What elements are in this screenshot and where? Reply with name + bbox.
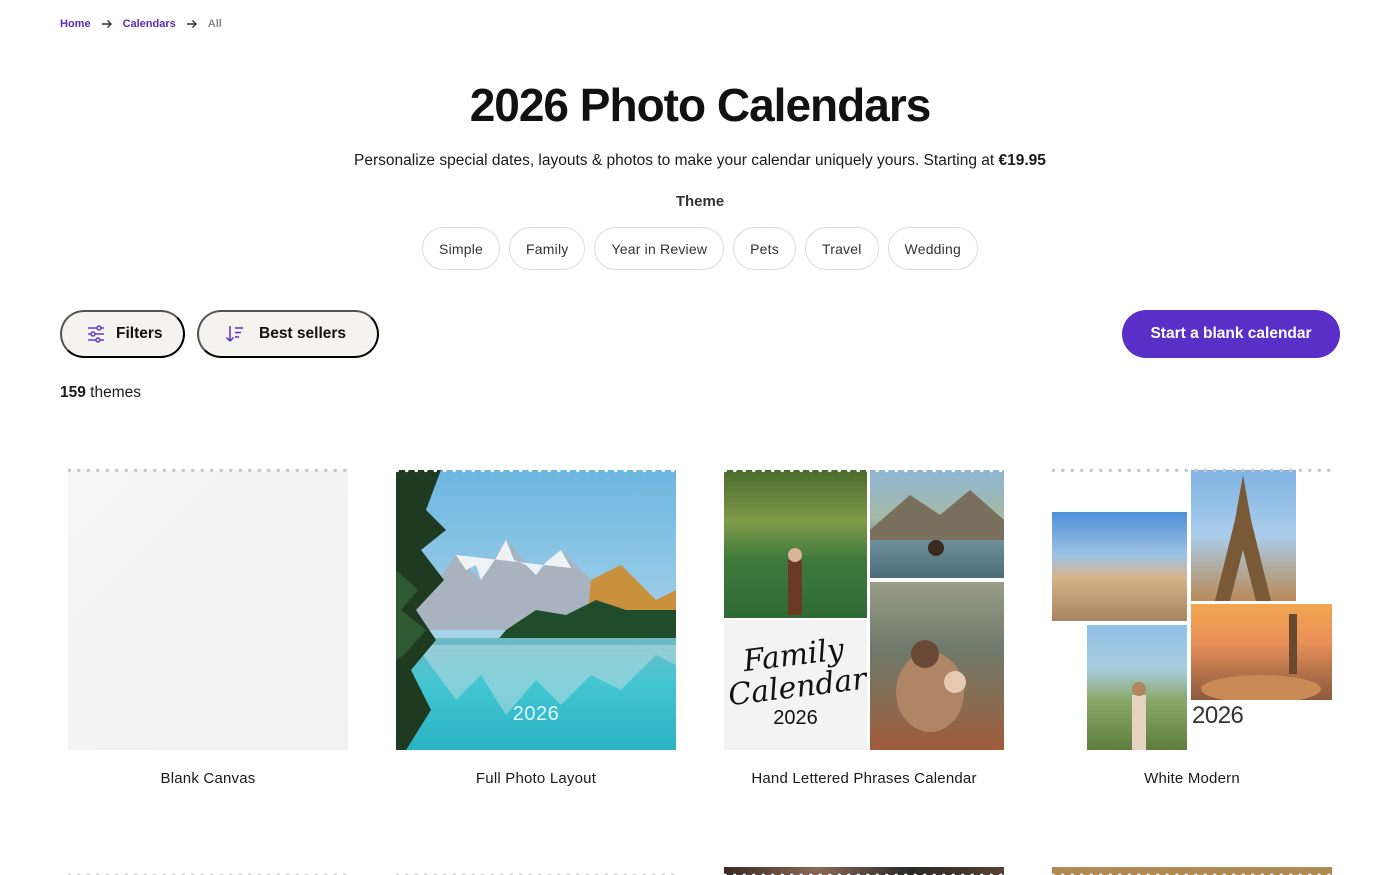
sliders-icon (88, 325, 104, 343)
calendar-year: 2026 (512, 703, 560, 725)
calendar-spiral (68, 867, 348, 875)
product-grid: Blank Canvas 2026 Full Photo Layout Fami… (68, 462, 1332, 875)
product-card[interactable]: 2026 White Modern (1052, 462, 1332, 787)
product-thumbnail[interactable]: 2026 (396, 462, 676, 750)
filters-label: Filters (116, 325, 163, 342)
arrow-right-icon (101, 20, 112, 28)
page-title: 2026 Photo Calendars (469, 79, 932, 131)
photo-tile-forest-lake (724, 470, 867, 618)
spire-illustration (1201, 614, 1321, 700)
mountain-illustration (870, 490, 1004, 556)
calendar-spiral (724, 867, 1004, 875)
photo-tile-park-guell (1191, 604, 1332, 700)
calendar-spiral (68, 462, 348, 476)
product-card[interactable] (396, 867, 676, 875)
page-subtitle: Personalize special dates, layouts & pho… (0, 152, 1400, 170)
photo-tile-eiffel-tower (1191, 470, 1296, 601)
product-card[interactable] (724, 867, 1004, 875)
product-thumbnail[interactable] (1052, 867, 1332, 875)
breadcrumb-current: All (207, 18, 222, 30)
calendar-year: 2026 (1192, 702, 1244, 729)
theme-label: Theme (675, 193, 725, 210)
product-title[interactable]: White Modern (1052, 770, 1332, 787)
photo-tile-rome-piazza (1052, 512, 1187, 621)
theme-chip-wedding[interactable]: Wedding (887, 227, 978, 270)
calendar-spiral (724, 462, 1004, 476)
product-card[interactable] (1052, 867, 1332, 875)
hand-lettered-title: Family Calendar 2026 (724, 620, 869, 750)
calendar-spiral (1052, 867, 1332, 875)
people-illustration (896, 640, 966, 732)
starting-price: €19.95 (998, 152, 1046, 169)
product-thumbnail[interactable] (68, 462, 348, 750)
filters-button[interactable]: Filters (60, 310, 185, 358)
product-card[interactable]: Family Calendar 2026 Hand Lettered Phras… (724, 462, 1004, 787)
theme-chips: Simple Family Year in Review Pets Travel… (0, 227, 1400, 270)
arrow-right-icon (186, 20, 197, 28)
sort-button[interactable]: Best sellers (197, 310, 379, 358)
lettering-text: Family Calendar (726, 632, 869, 713)
theme-chip-pets[interactable]: Pets (733, 227, 796, 270)
theme-chip-simple[interactable]: Simple (422, 227, 501, 270)
calendar-spiral (396, 462, 676, 476)
calendar-page-blank (68, 470, 348, 750)
theme-chip-family[interactable]: Family (509, 227, 586, 270)
calendar-spiral (1052, 462, 1332, 476)
product-thumbnail[interactable] (396, 867, 676, 875)
calendar-spiral (396, 867, 676, 875)
photo-tile-coast-hike (1087, 625, 1187, 750)
calendar-year: 2026 (773, 707, 818, 729)
family-collage: Family Calendar 2026 (724, 470, 1004, 750)
product-thumbnail[interactable] (68, 867, 348, 875)
photo-tile-mountain-lake (870, 470, 1004, 578)
product-thumbnail[interactable]: Family Calendar 2026 (724, 462, 1004, 750)
product-thumbnail[interactable]: 2026 (1052, 462, 1332, 750)
product-card[interactable]: Blank Canvas (68, 462, 348, 787)
person-silhouette (1132, 682, 1146, 750)
breadcrumb: Home Calendars All (60, 18, 222, 30)
product-thumbnail[interactable] (724, 867, 1004, 875)
product-title[interactable]: Blank Canvas (68, 770, 348, 787)
breadcrumb-calendars-link[interactable]: Calendars (123, 18, 176, 30)
photo-tile-mother-child (870, 582, 1004, 750)
results-count-number: 159 (60, 384, 86, 401)
results-count-suffix: themes (85, 384, 142, 401)
eiffel-tower-illustration (1215, 475, 1271, 601)
travel-collage: 2026 (1052, 470, 1332, 750)
sort-descending-icon (225, 326, 243, 343)
product-card[interactable]: 2026 Full Photo Layout (396, 462, 676, 787)
person-silhouette (788, 548, 802, 615)
subtitle-text: Personalize special dates, layouts & pho… (354, 152, 999, 169)
results-count: 159 themes (60, 384, 141, 402)
start-blank-calendar-button[interactable]: Start a blank calendar (1122, 310, 1340, 358)
breadcrumb-home-link[interactable]: Home (60, 18, 91, 30)
theme-chip-year-in-review[interactable]: Year in Review (594, 227, 725, 270)
product-card[interactable] (68, 867, 348, 875)
theme-chip-travel[interactable]: Travel (804, 227, 879, 270)
sort-label: Best sellers (259, 325, 347, 342)
product-title[interactable]: Hand Lettered Phrases Calendar (724, 770, 1004, 787)
product-title[interactable]: Full Photo Layout (396, 770, 676, 787)
